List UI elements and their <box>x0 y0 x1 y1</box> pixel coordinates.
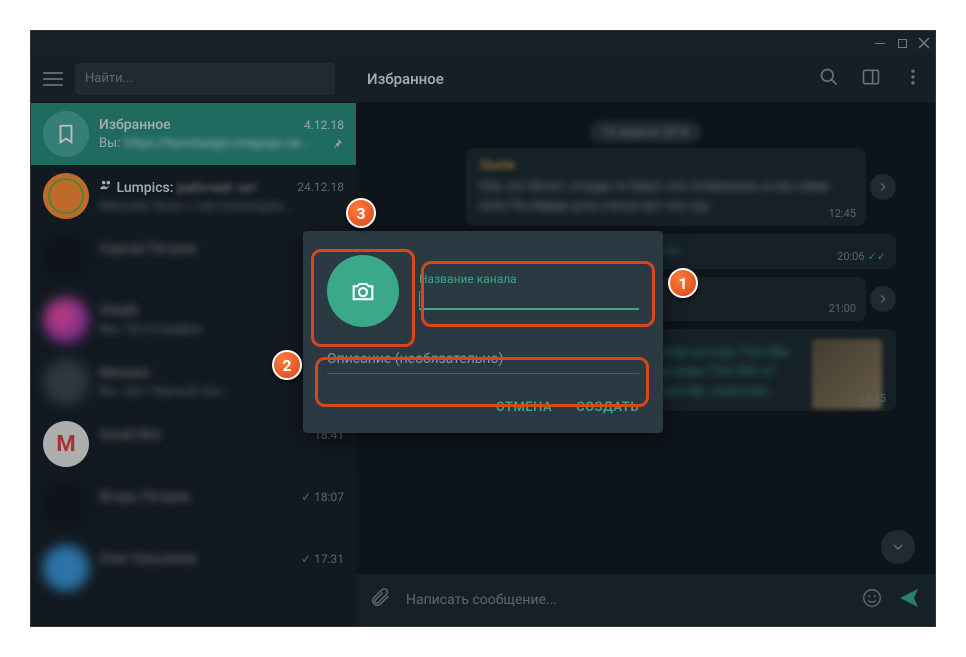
app-window: Найти... Избранное Избранное <box>30 30 936 627</box>
annotation-marker-3: 3 <box>346 198 376 228</box>
create-button[interactable]: СОЗДАТЬ <box>576 400 639 415</box>
channel-photo-button[interactable] <box>327 255 399 327</box>
channel-name-label: Название канала <box>419 272 639 286</box>
annotation-marker-2: 2 <box>272 350 302 380</box>
text-caret <box>419 291 420 307</box>
channel-name-input[interactable] <box>419 286 639 310</box>
channel-description-input[interactable]: Описание (необязательно) <box>327 351 639 374</box>
create-channel-dialog: Название канала Описание (необязательно)… <box>303 231 663 433</box>
annotation-marker-1: 1 <box>668 268 698 298</box>
cancel-button[interactable]: ОТМЕНА <box>496 400 552 415</box>
dialog-overlay: Название канала Описание (необязательно)… <box>31 31 935 626</box>
